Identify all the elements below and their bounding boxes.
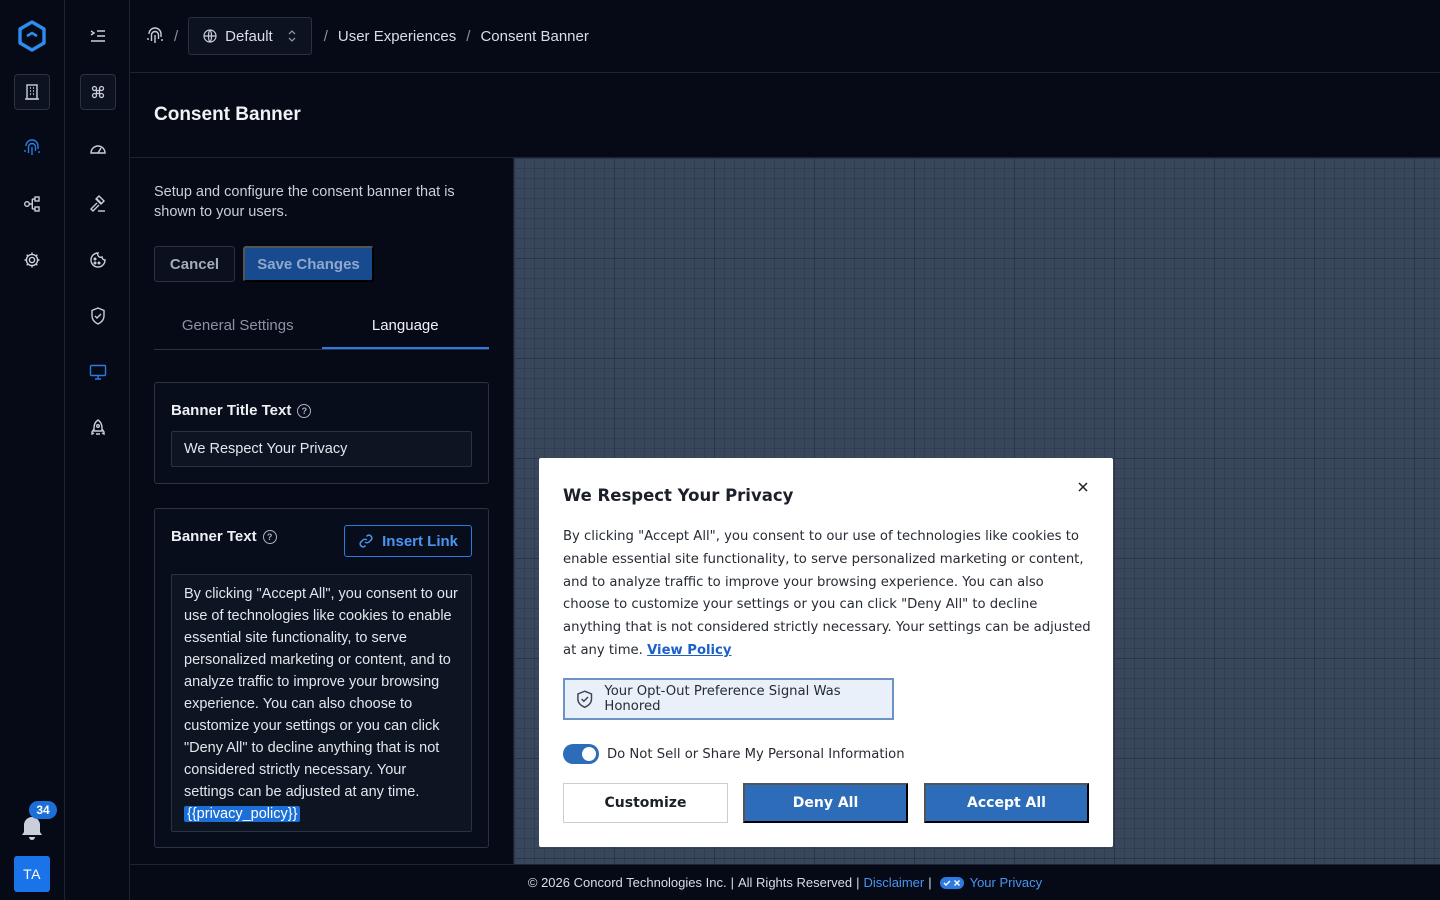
rail-organization-button[interactable] bbox=[14, 74, 50, 110]
breadcrumb-separator: / bbox=[466, 27, 471, 45]
cookie-icon bbox=[90, 252, 106, 268]
footer-separator: | bbox=[928, 875, 932, 890]
banner-text-card: Banner Text ? Insert Link By clicking "A… bbox=[154, 508, 489, 848]
concord-logo-icon[interactable] bbox=[15, 19, 49, 53]
privacy-choices-icon bbox=[939, 876, 964, 889]
insert-link-label: Insert Link bbox=[382, 532, 458, 550]
rocket-icon bbox=[91, 419, 105, 436]
fingerprint-icon[interactable] bbox=[146, 27, 164, 45]
notifications-badge: 34 bbox=[29, 801, 57, 819]
do-not-sell-row: Do Not Sell or Share My Personal Informa… bbox=[563, 744, 905, 764]
tab-language[interactable]: Language bbox=[321, 306, 489, 349]
globe-icon bbox=[203, 29, 217, 43]
config-panel: Setup and configure the consent banner t… bbox=[130, 158, 514, 864]
footer-your-privacy-link[interactable]: Your Privacy bbox=[970, 875, 1043, 890]
primary-nav-rail: 34 TA bbox=[0, 0, 65, 900]
chevron-up-down-icon bbox=[288, 30, 296, 42]
banner-text-value: By clicking "Accept All", you consent to… bbox=[184, 586, 458, 800]
subnav-launch-button[interactable] bbox=[80, 410, 116, 446]
breadcrumb-user-experiences[interactable]: User Experiences bbox=[338, 28, 456, 45]
building-icon bbox=[25, 84, 39, 100]
shield-check-icon bbox=[91, 307, 105, 325]
rail-integrations-button[interactable] bbox=[14, 186, 50, 222]
banner-title-label-text: Banner Title Text bbox=[171, 402, 292, 419]
gauge-icon bbox=[90, 145, 106, 154]
consent-banner-preview: We Respect Your Privacy By clicking "Acc… bbox=[539, 458, 1113, 847]
gear-icon bbox=[24, 252, 40, 268]
fingerprint-icon bbox=[24, 139, 40, 155]
insert-link-button[interactable]: Insert Link bbox=[344, 525, 472, 557]
environment-select[interactable]: Default bbox=[188, 17, 312, 55]
breadcrumb-separator: / bbox=[323, 27, 328, 45]
cancel-button[interactable]: Cancel bbox=[154, 246, 235, 282]
user-avatar[interactable]: TA bbox=[14, 856, 50, 892]
gpc-notice-text: Your Opt-Out Preference Signal Was Honor… bbox=[604, 684, 841, 714]
help-circle-icon[interactable]: ? bbox=[262, 529, 277, 544]
close-icon[interactable] bbox=[1076, 480, 1090, 494]
command-icon bbox=[91, 85, 105, 99]
page-description: Setup and configure the consent banner t… bbox=[154, 184, 455, 220]
banner-text-label: Banner Text ? bbox=[171, 528, 277, 545]
deny-all-button[interactable]: Deny All bbox=[743, 783, 908, 823]
view-policy-link[interactable]: View Policy bbox=[647, 643, 731, 658]
subnav-apps-button[interactable] bbox=[80, 74, 116, 110]
footer-separator: | bbox=[730, 875, 734, 890]
workflow-icon bbox=[24, 196, 40, 212]
rail-privacy-button[interactable] bbox=[14, 130, 50, 166]
privacy-policy-token[interactable]: {{privacy_policy}} bbox=[184, 806, 301, 822]
page-title: Consent Banner bbox=[154, 104, 301, 125]
rail-settings-button[interactable] bbox=[14, 242, 50, 278]
tab-general-settings[interactable]: General Settings bbox=[154, 306, 322, 349]
subnav-legal-button[interactable] bbox=[80, 186, 116, 222]
page-header: Consent Banner bbox=[130, 73, 1440, 158]
settings-tabs: General Settings Language bbox=[154, 306, 489, 350]
banner-preview-body: By clicking "Accept All", you consent to… bbox=[563, 526, 1093, 663]
breadcrumb-separator: / bbox=[174, 27, 179, 45]
collapse-menu-icon bbox=[90, 30, 105, 42]
banner-preview-body-text: By clicking "Accept All", you consent to… bbox=[563, 529, 1091, 658]
banner-title-input[interactable]: We Respect Your Privacy bbox=[171, 431, 472, 467]
footer: © 2026 Concord Technologies Inc. | All R… bbox=[130, 864, 1440, 900]
banner-title-card: Banner Title Text ? We Respect Your Priv… bbox=[154, 382, 489, 484]
do-not-sell-toggle[interactable] bbox=[563, 744, 599, 764]
top-bar: / Default / User Experiences / Consent B… bbox=[130, 0, 1440, 73]
banner-preview-title: We Respect Your Privacy bbox=[563, 486, 794, 505]
save-changes-button[interactable]: Save Changes bbox=[243, 246, 374, 282]
accept-all-button[interactable]: Accept All bbox=[924, 783, 1089, 823]
footer-rights: All Rights Reserved bbox=[737, 875, 853, 890]
link-icon bbox=[359, 534, 373, 548]
banner-text-label-text: Banner Text bbox=[171, 528, 257, 545]
banner-title-label: Banner Title Text ? bbox=[171, 402, 312, 419]
gpc-honored-notice: Your Opt-Out Preference Signal Was Honor… bbox=[563, 678, 894, 720]
subnav-dashboard-button[interactable] bbox=[80, 130, 116, 166]
footer-copyright: © 2026 Concord Technologies Inc. bbox=[527, 875, 727, 890]
footer-separator: | bbox=[856, 875, 860, 890]
breadcrumb-consent-banner: Consent Banner bbox=[480, 27, 589, 45]
subnav-compliance-button[interactable] bbox=[80, 298, 116, 334]
monitor-icon bbox=[89, 364, 107, 380]
customize-button[interactable]: Customize bbox=[563, 783, 728, 823]
do-not-sell-label: Do Not Sell or Share My Personal Informa… bbox=[607, 746, 905, 762]
collapse-nav-button[interactable] bbox=[80, 18, 116, 54]
environment-value: Default bbox=[225, 27, 273, 45]
secondary-nav-rail bbox=[65, 0, 130, 900]
subnav-user-experiences-button[interactable] bbox=[80, 354, 116, 390]
subnav-cookies-button[interactable] bbox=[80, 242, 116, 278]
shield-check-icon bbox=[577, 690, 593, 709]
banner-text-textarea[interactable]: By clicking "Accept All", you consent to… bbox=[171, 574, 472, 832]
gavel-icon bbox=[90, 195, 105, 212]
help-circle-icon[interactable]: ? bbox=[297, 403, 312, 418]
footer-disclaimer-link[interactable]: Disclaimer bbox=[864, 875, 925, 890]
